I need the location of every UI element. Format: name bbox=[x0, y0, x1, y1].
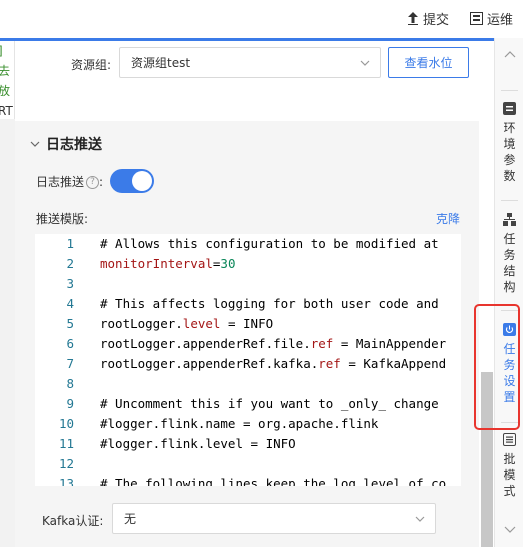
line-number: 13 bbox=[58, 476, 74, 486]
line-number: 5 bbox=[66, 316, 74, 331]
chevron-down-icon bbox=[504, 526, 515, 533]
code-text: # The following lines keep the log level… bbox=[100, 476, 447, 486]
code-text: #logger.flink.name = org.apache.flink bbox=[100, 416, 379, 431]
sidebar-collapse-up[interactable] bbox=[495, 50, 523, 60]
chevron-down-icon bbox=[360, 60, 370, 66]
sidebar-label: 批模式 bbox=[503, 452, 516, 498]
downgrade-link[interactable]: 克降 bbox=[436, 210, 460, 227]
code-line: 10 #logger.flink.name = org.apache.flink bbox=[35, 414, 461, 434]
chevron-down-icon bbox=[30, 141, 40, 147]
code-line: 3 bbox=[35, 274, 461, 294]
toggle-knob bbox=[132, 171, 152, 191]
env-params-icon bbox=[503, 102, 516, 115]
view-water-level-button[interactable]: 查看水位 bbox=[388, 47, 469, 78]
code-text: #logger.flink.level = INFO bbox=[100, 436, 296, 451]
left-line: 放 bbox=[0, 81, 14, 101]
kafka-auth-select[interactable]: 无 bbox=[112, 503, 436, 534]
top-toolbar: 提交 运维 bbox=[0, 0, 523, 38]
ops-icon bbox=[470, 12, 483, 25]
log-push-toggle[interactable] bbox=[110, 169, 154, 193]
line-number: 4 bbox=[66, 296, 74, 311]
line-number: 3 bbox=[66, 276, 74, 291]
line-number: 10 bbox=[58, 416, 74, 431]
code-line: 7 rootLogger.appenderRef.kafka.ref = Kafk… bbox=[35, 354, 461, 374]
submit-label: 提交 bbox=[423, 13, 450, 28]
code-line: 5 rootLogger.level = INFO bbox=[35, 314, 461, 334]
resource-group-select[interactable]: 资源组test bbox=[119, 47, 381, 78]
push-template-label: 推送模版: bbox=[36, 212, 89, 226]
resource-group-row: 资源组: 资源组test 查看水位 bbox=[15, 41, 479, 121]
resource-group-label: 资源组: bbox=[71, 58, 112, 72]
line-number: 1 bbox=[66, 236, 74, 251]
highlight-box bbox=[474, 304, 520, 430]
kafka-auth-label: Kafka认证: bbox=[42, 514, 104, 528]
left-line: RT bbox=[0, 104, 13, 118]
line-number: 6 bbox=[66, 336, 74, 351]
sidebar-label: 环境参数 bbox=[503, 121, 516, 183]
log-push-section-header[interactable]: 日志推送 bbox=[30, 134, 102, 154]
left-line: ] bbox=[0, 41, 14, 61]
upload-arrow-icon bbox=[408, 12, 418, 25]
document-icon bbox=[503, 433, 516, 446]
log-push-toggle-text: 日志推送 bbox=[36, 175, 85, 189]
kafka-auth-value: 无 bbox=[124, 512, 137, 526]
code-text: # Allows this configuration to be modifi… bbox=[100, 236, 439, 251]
submit-button[interactable]: 提交 bbox=[407, 9, 449, 28]
code-line: 12 bbox=[35, 454, 461, 474]
code-line: 8 bbox=[35, 374, 461, 394]
code-text: rootLogger.level = INFO bbox=[100, 316, 274, 331]
code-line: 11 #logger.flink.level = INFO bbox=[35, 434, 461, 454]
log-push-toggle-label: 日志推送?: bbox=[36, 173, 103, 190]
code-line: 2 monitorInterval=30 bbox=[35, 254, 461, 274]
sidebar-label: 任务结构 bbox=[503, 232, 516, 294]
code-text: monitorInterval=30 bbox=[100, 256, 236, 271]
chevron-down-icon bbox=[415, 516, 425, 522]
line-number: 8 bbox=[66, 376, 74, 391]
structure-icon bbox=[503, 213, 516, 226]
right-sidebar: 环境参数 任务结构 任务设置 批模式 bbox=[494, 38, 523, 547]
code-line: 1 # Allows this configuration to be modif… bbox=[35, 234, 461, 254]
line-number: 7 bbox=[66, 356, 74, 371]
code-line: 6 rootLogger.appenderRef.file.ref = MainA… bbox=[35, 334, 461, 354]
code-line: 13 # The following lines keep the log lev… bbox=[35, 474, 461, 486]
code-text: # Uncomment this if you want to _only_ c… bbox=[100, 396, 439, 411]
line-number: 9 bbox=[66, 396, 74, 411]
left-panel-background bbox=[0, 119, 15, 547]
code-text: # This affects logging for both user cod… bbox=[100, 296, 439, 311]
line-number: 2 bbox=[66, 256, 74, 271]
code-line: 9 # Uncomment this if you want to _only_ … bbox=[35, 394, 461, 414]
ops-label: 运维 bbox=[487, 13, 514, 28]
line-number: 11 bbox=[58, 436, 74, 451]
line-number: 12 bbox=[58, 456, 74, 471]
sidebar-item-batch-mode[interactable]: 批模式 bbox=[495, 433, 523, 499]
label-colon: : bbox=[99, 175, 104, 189]
log-template-editor[interactable]: 1 # Allows this configuration to be modif… bbox=[35, 234, 461, 486]
ops-button[interactable]: 运维 bbox=[470, 9, 513, 28]
code-text: rootLogger.appenderRef.file.ref = MainAp… bbox=[100, 336, 447, 351]
sidebar-divider bbox=[501, 200, 518, 201]
left-line: 去 bbox=[0, 61, 14, 81]
code-line: 4 # This affects logging for both user co… bbox=[35, 294, 461, 314]
resource-group-value: 资源组test bbox=[131, 56, 191, 70]
left-panel-fragment: ] 去 放 RT bbox=[0, 41, 15, 119]
sidebar-item-task-structure[interactable]: 任务结构 bbox=[495, 213, 523, 295]
sidebar-item-env-params[interactable]: 环境参数 bbox=[495, 102, 523, 184]
sidebar-divider bbox=[501, 90, 518, 91]
help-icon[interactable]: ? bbox=[86, 176, 100, 189]
code-text: rootLogger.appenderRef.kafka.ref = Kafka… bbox=[100, 356, 447, 371]
chevron-up-icon bbox=[504, 51, 515, 58]
log-push-title: 日志推送 bbox=[46, 137, 102, 153]
sidebar-collapse-down[interactable] bbox=[495, 524, 523, 534]
